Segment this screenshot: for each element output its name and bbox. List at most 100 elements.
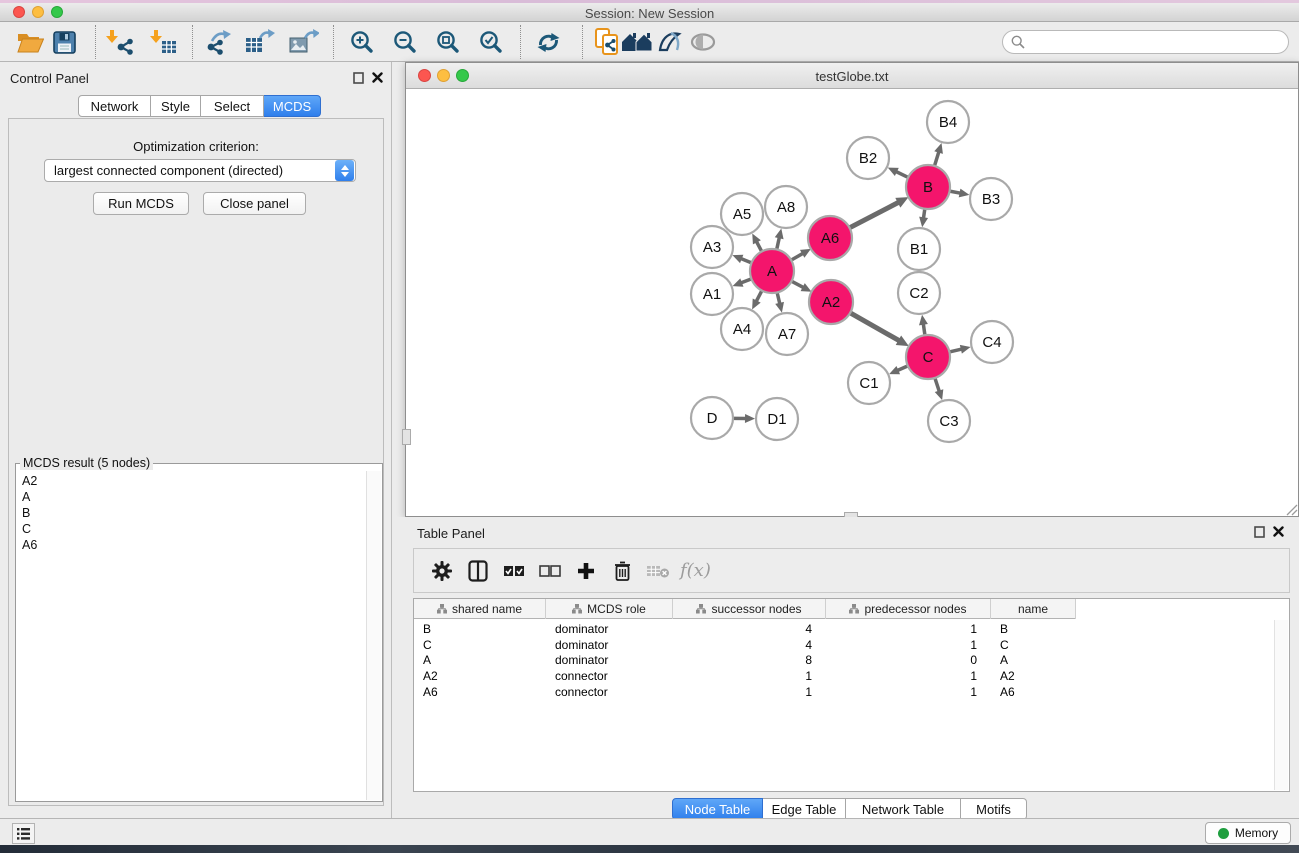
graph-edge-A-A8[interactable] (775, 228, 784, 249)
table-row[interactable]: Adominator80A (414, 652, 1273, 668)
graph-edge-A-A5[interactable] (752, 233, 762, 251)
run-mcds-button[interactable]: Run MCDS (93, 192, 189, 215)
save-session-button[interactable] (44, 24, 84, 60)
graph-node-D[interactable]: D (691, 397, 733, 439)
import-network-button[interactable] (100, 24, 140, 60)
graph-edge-B-B3[interactable] (950, 189, 970, 198)
function-builder-button[interactable]: f(x) (680, 560, 711, 581)
graph-edge-A-A4[interactable] (752, 291, 762, 310)
table-settings-button[interactable] (424, 553, 460, 589)
import-table-button[interactable] (144, 24, 184, 60)
add-row-button[interactable] (568, 553, 604, 589)
node-label: B (923, 179, 933, 196)
deselect-all-button[interactable] (532, 553, 568, 589)
mcds-result-item[interactable]: A6 (22, 537, 366, 553)
graph-node-B1[interactable]: B1 (898, 228, 940, 270)
column-header-successor-nodes[interactable]: successor nodes (673, 599, 826, 619)
graph-edge-D-D1[interactable] (734, 414, 755, 423)
graph-node-A7[interactable]: A7 (766, 313, 808, 355)
mcds-result-item[interactable]: A2 (22, 473, 366, 489)
tab-motifs[interactable]: Motifs (961, 798, 1027, 820)
network-canvas[interactable]: B4 B2 B B3 A5A8A6 A3 B1 A A1 C2 A2 A4A7 C C4 C1 C3 D D1 (406, 89, 1298, 516)
birdseye-toggle-left[interactable] (402, 429, 411, 445)
task-history-button[interactable] (12, 823, 35, 844)
mcds-list-scrollbar[interactable] (366, 471, 381, 800)
graph-node-A5[interactable]: A5 (721, 193, 763, 235)
graph-node-A6[interactable]: A6 (808, 216, 852, 260)
float-table-panel-icon[interactable] (1253, 525, 1266, 538)
zoom-in-button[interactable] (342, 24, 382, 60)
graph-edge-B-B4[interactable] (934, 143, 943, 166)
show-columns-button[interactable] (460, 553, 496, 589)
graph-edge-A-A6[interactable] (791, 249, 811, 260)
column-header-predecessor-nodes[interactable]: predecessor nodes (826, 599, 991, 619)
table-row[interactable]: A2connector11A2 (414, 668, 1273, 684)
export-network-button[interactable] (198, 24, 238, 60)
graph-node-A[interactable]: A (750, 249, 794, 293)
export-image-button[interactable] (284, 24, 324, 60)
graph-edge-A-A1[interactable] (733, 278, 752, 286)
tab-node-table[interactable]: Node Table (672, 798, 763, 820)
tab-mcds[interactable]: MCDS (264, 95, 321, 117)
mcds-result-item[interactable]: B (22, 505, 366, 521)
close-panel-icon[interactable] (371, 71, 384, 84)
zoom-selected-button[interactable] (471, 24, 511, 60)
graph-edge-A-A7[interactable] (775, 292, 784, 312)
mcds-result-item[interactable]: A (22, 489, 366, 505)
zoom-out-button[interactable] (385, 24, 425, 60)
graph-edge-A2-C[interactable] (850, 313, 909, 346)
graph-node-A4[interactable]: A4 (721, 308, 763, 350)
node-table-scrollbar[interactable] (1274, 620, 1288, 790)
graph-node-A1[interactable]: A1 (691, 273, 733, 315)
graph-edge-C-C4[interactable] (949, 345, 970, 354)
resize-grip-icon[interactable] (1285, 503, 1298, 516)
table-row[interactable]: A6connector11A6 (414, 684, 1273, 700)
tab-select[interactable]: Select (201, 95, 264, 117)
search-input[interactable] (1002, 30, 1289, 54)
memory-button[interactable]: Memory (1205, 822, 1291, 844)
preview-eye-button[interactable] (683, 24, 723, 60)
tab-network[interactable]: Network (78, 95, 151, 117)
table-cell: 1 (826, 685, 991, 699)
graph-node-B[interactable]: B (906, 165, 950, 209)
export-table-button[interactable] (240, 24, 280, 60)
graph-edge-C-C2[interactable] (919, 315, 928, 335)
close-table-panel-icon[interactable] (1272, 525, 1285, 538)
graph-edge-B-B2[interactable] (888, 168, 908, 178)
graph-node-C1[interactable]: C1 (848, 362, 890, 404)
zoom-fit-button[interactable] (428, 24, 468, 60)
tab-network-table[interactable]: Network Table (846, 798, 961, 820)
column-header-name[interactable]: name (991, 599, 1076, 619)
float-panel-icon[interactable] (352, 71, 365, 84)
table-row[interactable]: Cdominator41C (414, 637, 1273, 653)
graph-node-C4[interactable]: C4 (971, 321, 1013, 363)
graph-edge-C-C1[interactable] (889, 366, 908, 374)
graph-edge-A6-B[interactable] (850, 197, 909, 228)
graph-node-B3[interactable]: B3 (970, 178, 1012, 220)
mcds-result-item[interactable]: C (22, 521, 366, 537)
graph-node-C2[interactable]: C2 (898, 272, 940, 314)
graph-node-B2[interactable]: B2 (847, 137, 889, 179)
graph-node-D1[interactable]: D1 (756, 398, 798, 440)
column-header-MCDS-role[interactable]: MCDS role (546, 599, 673, 619)
tab-style[interactable]: Style (151, 95, 201, 117)
graph-edge-C-C3[interactable] (935, 378, 944, 400)
column-header-shared-name[interactable]: shared name (414, 599, 546, 619)
delete-table-button[interactable] (640, 553, 676, 589)
graph-node-C3[interactable]: C3 (928, 400, 970, 442)
graph-node-C[interactable]: C (906, 335, 950, 379)
select-all-button[interactable] (496, 553, 532, 589)
criterion-select[interactable]: largest connected component (directed) (44, 159, 356, 182)
graph-node-A8[interactable]: A8 (765, 186, 807, 228)
graph-node-B4[interactable]: B4 (927, 101, 969, 143)
refresh-button[interactable] (528, 24, 568, 60)
graph-edge-A-A2[interactable] (791, 281, 811, 292)
delete-row-button[interactable] (604, 553, 640, 589)
table-row[interactable]: Bdominator41B (414, 621, 1273, 637)
graph-edge-B-B1[interactable] (919, 209, 928, 227)
tab-edge-table[interactable]: Edge Table (763, 798, 846, 820)
graph-node-A3[interactable]: A3 (691, 226, 733, 268)
close-panel-button[interactable]: Close panel (203, 192, 306, 215)
graph-edge-A-A3[interactable] (732, 255, 751, 263)
graph-node-A2[interactable]: A2 (809, 280, 853, 324)
